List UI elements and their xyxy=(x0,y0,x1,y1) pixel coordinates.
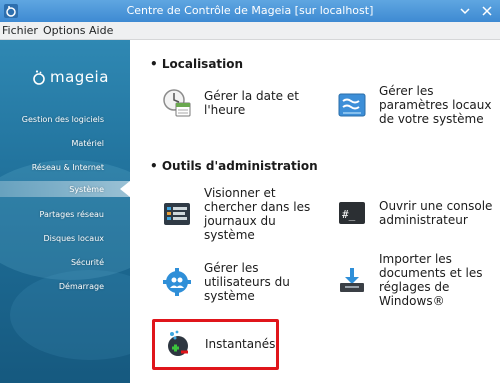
mageia-logo: mageia xyxy=(32,68,109,86)
menu-bar: Fichier Options Aide xyxy=(0,22,500,40)
sidebar-item-security[interactable]: Sécurité xyxy=(71,258,104,267)
main-panel: • Localisation Gérer la date et l'heure … xyxy=(130,40,500,383)
section-title-admin-tools: • Outils d'administration xyxy=(150,159,318,173)
sidebar: mageia Gestion des logiciels Matériel Ré… xyxy=(0,40,130,383)
entry-label: Visionner et chercher dans les journaux … xyxy=(204,186,311,242)
sidebar-selection xyxy=(0,181,130,197)
sidebar-item-software[interactable]: Gestion des logiciels xyxy=(22,115,104,124)
entry-label: Ouvrir une console administrateur xyxy=(379,199,493,227)
sidebar-item-shares[interactable]: Partages réseau xyxy=(39,210,104,219)
log-viewer-icon xyxy=(164,203,190,225)
chevron-down-icon xyxy=(460,8,470,15)
svg-text:#_: #_ xyxy=(342,208,356,221)
entry-label: Importer les documents et les réglages d… xyxy=(379,252,483,308)
clock-calendar-icon xyxy=(163,89,191,117)
users-gear-icon xyxy=(163,268,191,296)
entry-admin-console[interactable]: #_ Ouvrir une console administrateur xyxy=(337,198,497,228)
entry-date-time[interactable]: Gérer la date et l'heure xyxy=(162,88,322,118)
entry-manage-users[interactable]: Gérer les utilisateurs du système xyxy=(162,261,327,303)
sidebar-item-network[interactable]: Réseau & Internet xyxy=(32,163,104,172)
window-title: Centre de Contrôle de Mageia [sur localh… xyxy=(126,4,374,17)
sidebar-decoration xyxy=(0,160,130,280)
menu-aide[interactable]: Aide xyxy=(89,24,113,37)
minimize-button[interactable] xyxy=(457,3,473,19)
entry-label: Gérer la date et l'heure xyxy=(204,89,299,117)
entry-label: Gérer les utilisateurs du système xyxy=(204,261,290,303)
mageia-logo-icon xyxy=(33,70,45,85)
entry-system-logs[interactable]: Visionner et chercher dans les journaux … xyxy=(162,186,327,242)
menu-options[interactable]: Options xyxy=(43,24,85,37)
entry-locale[interactable]: Gérer les paramètres locaux de votre sys… xyxy=(337,84,497,126)
section-title-localisation: • Localisation xyxy=(150,57,244,71)
highlight-box xyxy=(152,319,279,370)
locale-flag-icon xyxy=(338,93,366,117)
sidebar-item-system[interactable]: Système xyxy=(69,185,104,194)
selection-arrow xyxy=(120,181,130,197)
close-button[interactable] xyxy=(479,3,495,19)
close-icon xyxy=(482,6,492,16)
entry-import-windows[interactable]: Importer les documents et les réglages d… xyxy=(337,252,500,308)
entry-label: Gérer les paramètres locaux de votre sys… xyxy=(379,84,492,126)
sidebar-item-hardware[interactable]: Matériel xyxy=(71,139,104,148)
menu-fichier[interactable]: Fichier xyxy=(2,24,38,37)
logo-text: mageia xyxy=(50,68,109,86)
sidebar-item-disks[interactable]: Disques locaux xyxy=(43,234,104,243)
terminal-icon: #_ xyxy=(339,202,365,224)
import-download-icon xyxy=(340,268,364,292)
title-bar: Centre de Contrôle de Mageia [sur localh… xyxy=(0,0,500,22)
sidebar-item-boot[interactable]: Démarrage xyxy=(59,282,104,291)
